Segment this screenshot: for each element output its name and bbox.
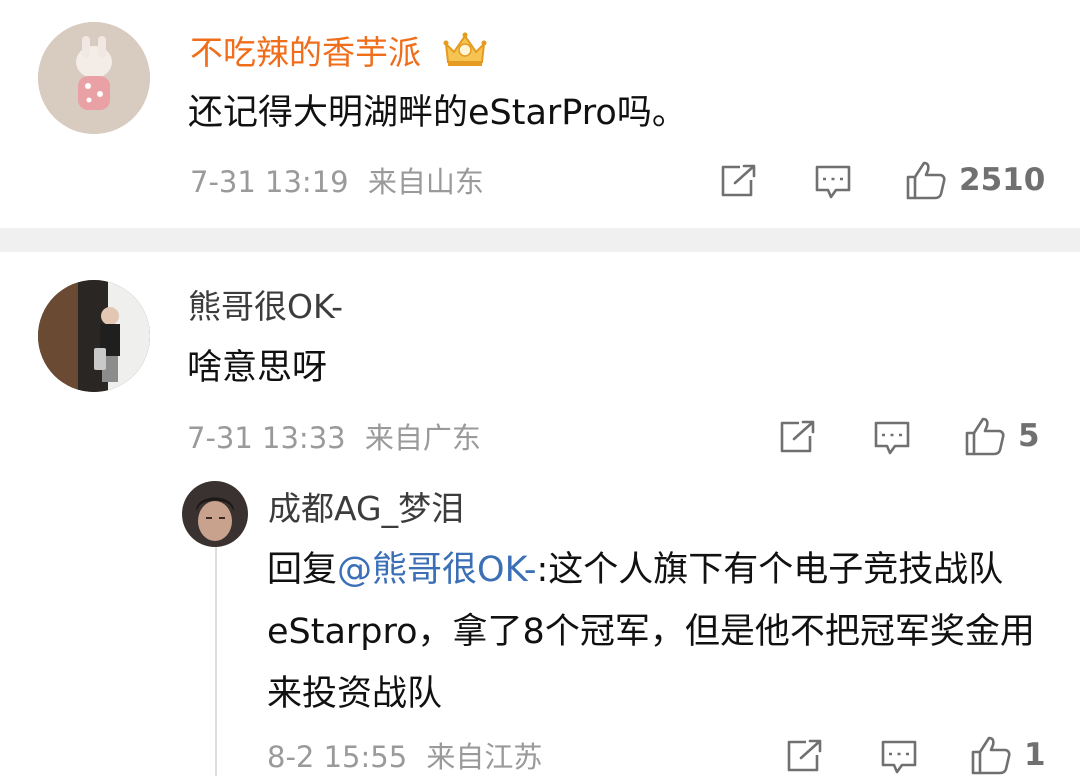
location: 来自江苏 <box>426 740 543 774</box>
comment-button[interactable] <box>880 739 918 775</box>
timestamp: 7-31 13:19 <box>190 165 349 199</box>
comment-button[interactable] <box>814 164 852 200</box>
reply-prefix: 回复 <box>267 550 338 590</box>
comment-meta: 7-31 13:19 来自山东 <box>190 164 484 200</box>
comment-icon <box>874 421 910 455</box>
comment-text: 啥意思呀 <box>187 348 328 388</box>
like-button[interactable]: 5 <box>964 416 1040 456</box>
section-divider <box>0 228 1080 252</box>
person-face-avatar-image <box>182 481 248 547</box>
comment-meta: 7-31 13:33 来自广东 <box>187 420 481 456</box>
comment-icon <box>881 740 917 774</box>
comment-text: 还记得大明湖畔的eStarPro吗。 <box>188 93 687 133</box>
crown-badge-icon <box>440 30 490 68</box>
username[interactable]: 不吃辣的香芋派 <box>190 30 490 73</box>
username[interactable]: 熊哥很OK- <box>188 287 343 327</box>
share-button[interactable] <box>779 420 817 454</box>
timestamp: 8-2 15:55 <box>267 740 408 774</box>
avatar[interactable] <box>38 22 150 134</box>
like-button[interactable]: 1 <box>970 735 1046 775</box>
timestamp: 7-31 13:33 <box>187 421 346 455</box>
location: 来自广东 <box>364 421 481 455</box>
comment-icon <box>815 165 851 199</box>
username-text[interactable]: 不吃辣的香芋派 <box>190 33 421 72</box>
person-photo-avatar-image <box>38 280 150 392</box>
share-icon <box>721 164 756 197</box>
share-icon <box>780 420 815 453</box>
username[interactable]: 成都AG_梦泪 <box>268 489 464 529</box>
thumbs-up-icon <box>965 417 1005 456</box>
avatar[interactable] <box>38 280 150 392</box>
like-count: 5 <box>1018 418 1040 454</box>
location: 来自山东 <box>367 165 484 199</box>
like-button[interactable]: 2510 <box>905 160 1045 200</box>
comment-button[interactable] <box>873 420 911 456</box>
mention-link[interactable]: @熊哥很OK- <box>337 550 536 590</box>
share-icon <box>787 739 822 772</box>
avatar[interactable] <box>182 481 248 547</box>
reply-text: 回复@熊哥很OK-:这个人旗下有个电子竞技战队eStarpro，拿了8个冠军，但… <box>267 539 1057 725</box>
thread-line <box>215 546 217 776</box>
bunny-plush-avatar-image <box>38 22 150 134</box>
like-count: 1 <box>1024 737 1046 773</box>
thumbs-up-icon <box>906 161 946 200</box>
thumbs-up-icon <box>971 736 1011 775</box>
like-count: 2510 <box>959 162 1046 198</box>
share-button[interactable] <box>720 164 758 198</box>
comment-meta: 8-2 15:55 来自江苏 <box>267 739 542 775</box>
share-button[interactable] <box>786 739 824 773</box>
